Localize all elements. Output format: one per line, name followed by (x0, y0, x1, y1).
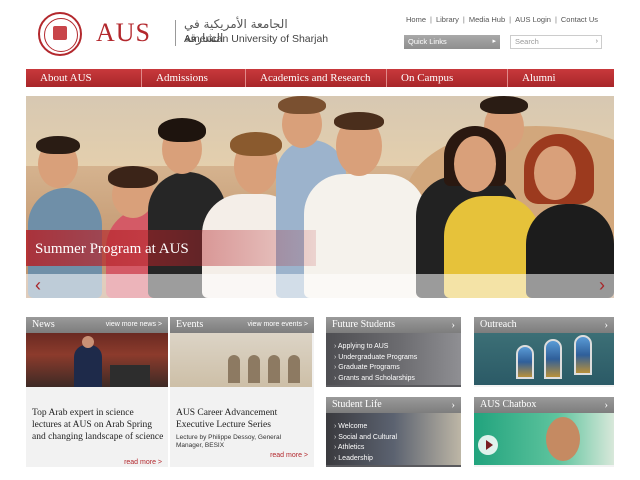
search-placeholder: Search (515, 37, 539, 46)
future-students-menu: Applying to AUS Undergraduate Programs G… (334, 342, 417, 384)
chevron-left-icon[interactable]: ‹ (26, 274, 50, 298)
events-read-more-link[interactable]: read more > (270, 452, 308, 459)
chevron-right-icon: ▸ (492, 38, 496, 45)
chatbox-heading: AUS Chatbox (480, 399, 537, 410)
outreach-heading: Outreach (480, 319, 517, 330)
student-hair (334, 112, 384, 130)
aus-seal-logo[interactable] (38, 12, 82, 56)
view-more-events-link[interactable]: view more events > (248, 317, 309, 333)
main-nav: About AUS Admissions Academics and Resea… (26, 69, 614, 87)
home-link[interactable]: Home (402, 15, 430, 24)
student-face (534, 146, 576, 200)
chatbox-header[interactable]: AUS Chatbox › (474, 397, 614, 413)
events-panel: Events view more events > AUS Career Adv… (170, 317, 314, 467)
quick-links-label: Quick Links (408, 37, 447, 46)
grants-scholarships-link[interactable]: Grants and Scholarships (334, 374, 417, 385)
student-life-menu: Welcome Social and Cultural Athletics Le… (334, 422, 397, 464)
nav-academics-research[interactable]: Academics and Research (246, 69, 387, 87)
student-face (546, 417, 580, 461)
student-hair (158, 118, 206, 142)
outreach-panel: Outreach › (474, 317, 614, 387)
applying-to-aus-link[interactable]: Applying to AUS (334, 342, 417, 353)
chevron-right-icon[interactable]: › (451, 317, 455, 333)
chevron-right-icon[interactable]: › (604, 397, 608, 413)
student-hair (108, 166, 158, 188)
events-heading: Events (176, 319, 204, 330)
future-students-panel: Future Students › Applying to AUS Underg… (326, 317, 461, 387)
library-link[interactable]: Library (432, 15, 463, 24)
student-face (454, 136, 496, 192)
events-header: Events view more events > (170, 317, 314, 333)
view-more-news-link[interactable]: view more news > (106, 317, 162, 333)
student-life-header[interactable]: Student Life › (326, 397, 461, 413)
nav-alumni[interactable]: Alumni (508, 69, 614, 87)
news-headline[interactable]: Top Arab expert in science lectures at A… (32, 407, 164, 443)
chatbox-panel: AUS Chatbox › (474, 397, 614, 467)
chevron-right-icon[interactable]: › (604, 317, 608, 333)
athletics-link[interactable]: Athletics (334, 443, 397, 454)
news-header: News view more news > (26, 317, 168, 333)
arch (288, 355, 300, 383)
event-subtitle: Lecture by Philippe Dessoy, General Mana… (176, 434, 282, 449)
student-hair (480, 96, 528, 114)
arch (228, 355, 240, 383)
stained-glass-window (516, 345, 534, 379)
hero-slider: Summer Program at AUS ‹ › (26, 96, 614, 298)
nav-admissions[interactable]: Admissions (142, 69, 246, 87)
student-life-panel: Student Life › Welcome Social and Cultur… (326, 397, 461, 467)
student-hair (230, 132, 282, 156)
events-photo[interactable] (170, 333, 312, 387)
arch (268, 355, 280, 383)
outreach-photo[interactable] (474, 333, 614, 385)
play-icon[interactable] (478, 435, 498, 455)
search-input[interactable]: Search › (510, 35, 602, 49)
outreach-header[interactable]: Outreach › (474, 317, 614, 333)
logo-text[interactable]: AUS (96, 18, 151, 48)
nav-about-aus[interactable]: About AUS (26, 69, 142, 87)
media-hub-link[interactable]: Media Hub (465, 15, 509, 24)
logo-divider (175, 20, 176, 46)
hero-caption[interactable]: Summer Program at AUS (35, 241, 189, 258)
aus-login-link[interactable]: AUS Login (511, 15, 555, 24)
logo-english-name: American University of Sharjah (184, 33, 329, 45)
podium (110, 365, 150, 387)
search-go-icon[interactable]: › (596, 36, 598, 48)
welcome-link[interactable]: Welcome (334, 422, 397, 433)
student-hair (278, 96, 326, 114)
chatbox-video-thumbnail[interactable] (474, 413, 614, 465)
student-life-heading: Student Life (332, 399, 382, 410)
social-cultural-link[interactable]: Social and Cultural (334, 433, 397, 444)
news-photo[interactable] (26, 333, 168, 387)
utility-links: Home | Library | Media Hub | AUS Login |… (402, 15, 602, 24)
stained-glass-window (574, 335, 592, 375)
undergraduate-programs-link[interactable]: Undergraduate Programs (334, 353, 417, 364)
stained-glass-window (544, 339, 562, 379)
student-hair (36, 136, 80, 154)
hero-control-bar (26, 274, 614, 298)
graduate-programs-link[interactable]: Graduate Programs (334, 363, 417, 374)
chevron-right-icon[interactable]: › (590, 274, 614, 298)
quick-links-dropdown[interactable]: Quick Links ▸ (404, 35, 500, 49)
news-panel: News view more news > Top Arab expert in… (26, 317, 168, 467)
contact-us-link[interactable]: Contact Us (557, 15, 602, 24)
nav-on-campus[interactable]: On Campus (387, 69, 508, 87)
speaker-figure (74, 336, 102, 387)
news-heading: News (32, 319, 55, 330)
leadership-link[interactable]: Leadership (334, 454, 397, 465)
news-read-more-link[interactable]: read more > (124, 459, 162, 466)
future-students-header[interactable]: Future Students › (326, 317, 461, 333)
future-students-heading: Future Students (332, 319, 396, 330)
chevron-right-icon[interactable]: › (451, 397, 455, 413)
event-title[interactable]: AUS Career Advancement Executive Lecture… (176, 407, 308, 431)
arch (248, 355, 260, 383)
site-header: AUS الجامعة الأمريكية في الشارقة America… (26, 0, 614, 68)
